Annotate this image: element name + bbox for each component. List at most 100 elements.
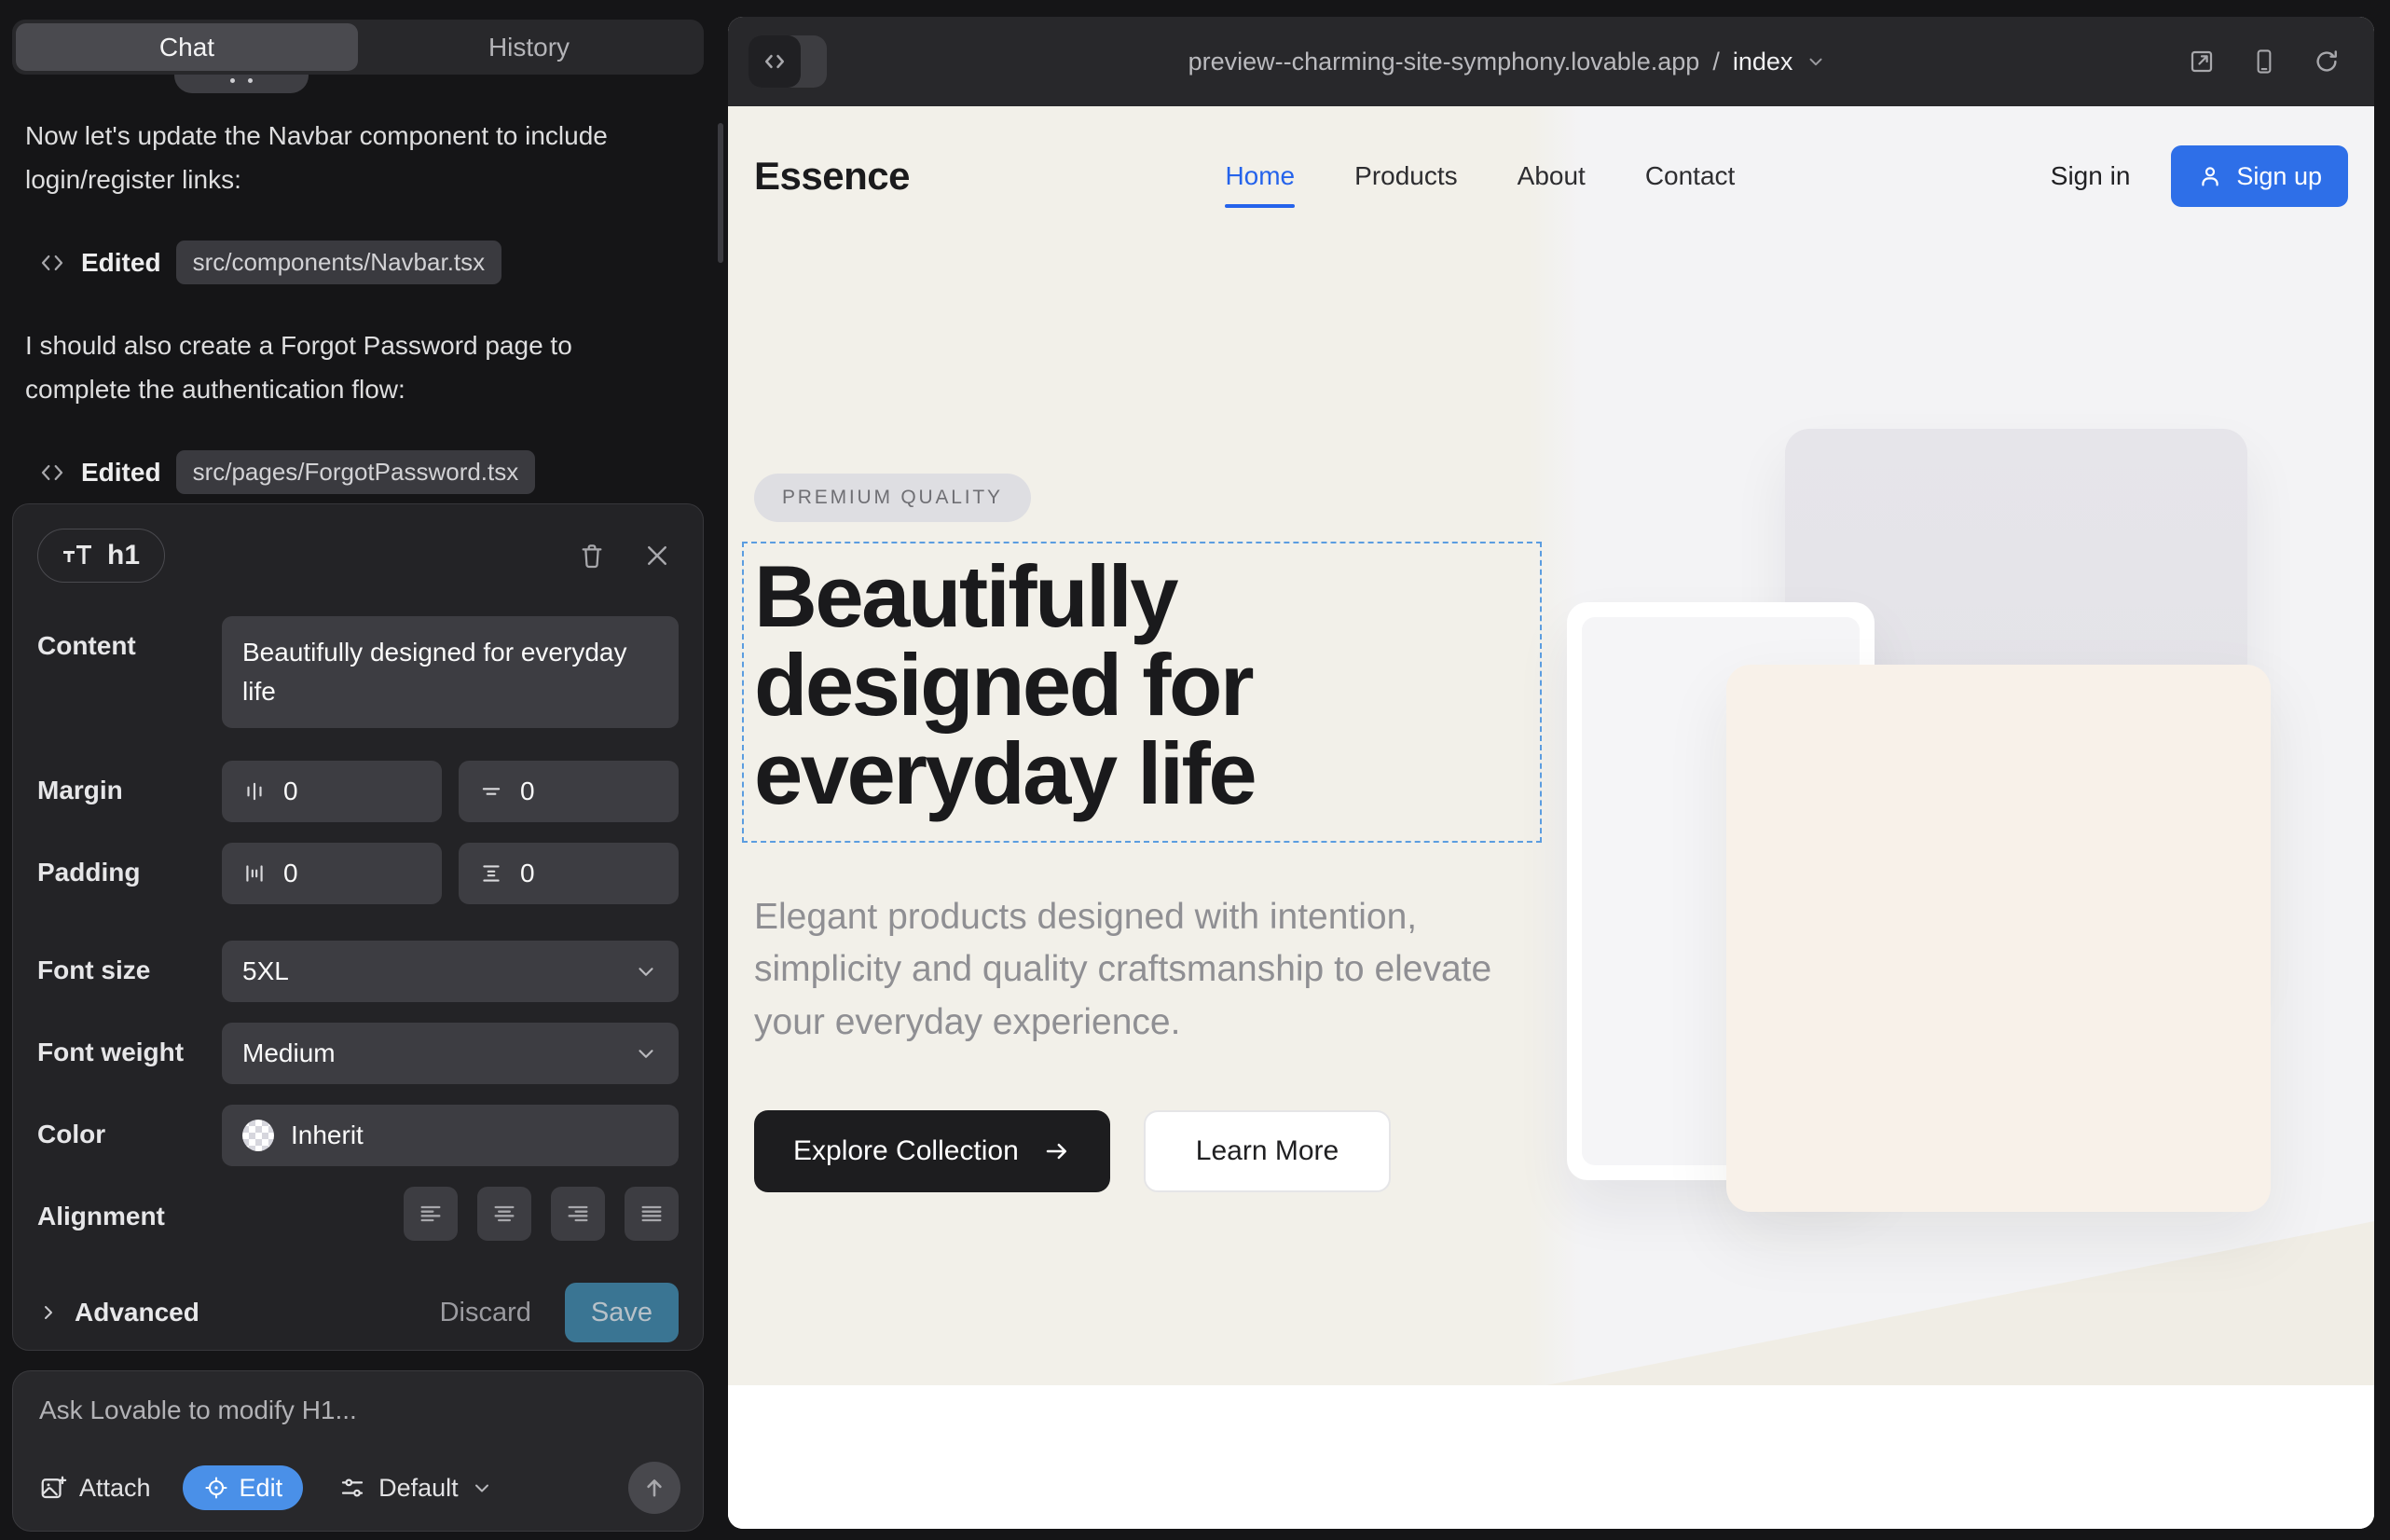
margin-x-icon (242, 779, 267, 804)
preview-topbar: preview--charming-site-symphony.lovable.… (728, 17, 2374, 106)
preview-pane: preview--charming-site-symphony.lovable.… (728, 17, 2374, 1529)
code-preview-toggle[interactable] (749, 35, 827, 88)
close-icon (643, 542, 671, 570)
color-select[interactable]: Inherit (222, 1105, 679, 1166)
chat-scrollbar[interactable] (718, 123, 723, 263)
send-button[interactable] (628, 1462, 680, 1514)
sign-up-button[interactable]: Sign up (2171, 145, 2348, 207)
attach-button[interactable]: Attach (39, 1474, 151, 1503)
sign-in-link[interactable]: Sign in (2051, 161, 2131, 191)
font-weight-select[interactable]: Medium (222, 1023, 679, 1084)
align-left-button[interactable] (404, 1187, 458, 1241)
file-badge[interactable]: src/components/Navbar.tsx (176, 241, 502, 284)
chat-input-field[interactable] (39, 1396, 677, 1442)
code-toggle-knob (749, 35, 801, 88)
trash-icon (577, 541, 607, 571)
preview-url[interactable]: preview--charming-site-symphony.lovable.… (827, 48, 2188, 76)
nav-link-contact[interactable]: Contact (1645, 144, 1736, 208)
app: Chat History Now let's update the Navbar… (0, 0, 2390, 1540)
save-button[interactable]: Save (565, 1283, 679, 1342)
tab-chat[interactable]: Chat (16, 23, 358, 71)
font-weight-row: Font weight Medium (37, 1023, 679, 1084)
chevron-down-icon (471, 1477, 493, 1499)
mobile-view-icon[interactable] (2251, 48, 2277, 76)
chevron-right-icon (37, 1301, 60, 1324)
nav-links: Home Products About Contact (1225, 144, 1735, 208)
sign-up-label: Sign up (2236, 162, 2322, 191)
edit-mode-button[interactable]: Edit (183, 1465, 304, 1510)
sliders-icon (338, 1474, 366, 1502)
selected-element-outline[interactable]: Beautifully designed for everyday life (742, 542, 1542, 843)
margin-row: Margin 0 0 (37, 761, 679, 822)
chevron-down-icon (1806, 51, 1826, 72)
edit-target-icon (203, 1475, 229, 1501)
advanced-toggle[interactable]: Advanced (37, 1298, 199, 1327)
refresh-icon[interactable] (2313, 48, 2341, 76)
nav-link-home[interactable]: Home (1225, 144, 1295, 208)
chat-message: Now let's update the Navbar component to… (25, 114, 678, 201)
code-icon (762, 48, 788, 75)
dots-icon (230, 78, 253, 93)
discard-button[interactable]: Discard (440, 1298, 531, 1328)
model-default-selector[interactable]: Default (338, 1474, 493, 1503)
font-size-row: Font size 5XL (37, 941, 679, 1002)
color-value: Inherit (291, 1121, 364, 1150)
align-right-button[interactable] (551, 1187, 605, 1241)
edited-file-row[interactable]: Edited src/pages/ForgotPassword.tsx (38, 450, 696, 494)
align-justify-icon (639, 1201, 665, 1227)
learn-more-button[interactable]: Learn More (1144, 1110, 1391, 1192)
content-row: Content Beautifully designed for everyda… (37, 616, 679, 728)
hero-heading[interactable]: Beautifully designed for everyday life (754, 553, 1425, 818)
preview-actions (2188, 48, 2341, 76)
quality-badge: PREMIUM QUALITY (754, 474, 1031, 522)
chat-message: I should also create a Forgot Password p… (25, 323, 678, 411)
type-icon (62, 542, 94, 570)
padding-y-value: 0 (520, 859, 535, 888)
hero-cta-row: Explore Collection Learn More (754, 1110, 1593, 1192)
file-badge[interactable]: src/pages/ForgotPassword.tsx (176, 450, 536, 494)
margin-y-input[interactable]: 0 (459, 761, 679, 822)
edited-label: Edited (81, 458, 161, 488)
padding-x-icon (242, 861, 267, 886)
hero-image-placeholder-cream (1726, 665, 2271, 1212)
font-size-label: Font size (37, 941, 222, 985)
site-logo[interactable]: Essence (754, 154, 910, 199)
site-canvas: Essence Home Products About Contact Sign… (728, 106, 2374, 1529)
element-editor-panel: h1 Content Beautifully designed fo (12, 503, 704, 1351)
padding-label: Padding (37, 843, 222, 887)
edited-label: Edited (81, 248, 161, 278)
align-justify-button[interactable] (625, 1187, 679, 1241)
selected-element-pill[interactable]: h1 (37, 529, 165, 583)
padding-row: Padding 0 0 (37, 843, 679, 904)
font-weight-value: Medium (242, 1038, 336, 1068)
margin-x-input[interactable]: 0 (222, 761, 442, 822)
color-row: Color Inherit (37, 1105, 679, 1166)
open-external-icon[interactable] (2188, 48, 2216, 76)
content-input[interactable]: Beautifully designed for everyday life (222, 616, 679, 728)
font-weight-label: Font weight (37, 1023, 222, 1067)
padding-y-input[interactable]: 0 (459, 843, 679, 904)
nav-link-about[interactable]: About (1518, 144, 1586, 208)
default-label: Default (378, 1474, 459, 1503)
hero-copy: PREMIUM QUALITY Beautifully designed for… (754, 474, 1593, 1192)
delete-element-button[interactable] (570, 534, 613, 577)
alignment-row: Alignment (37, 1187, 679, 1241)
edited-file-row[interactable]: Edited src/components/Navbar.tsx (38, 241, 696, 284)
arrow-right-icon (1043, 1137, 1071, 1165)
close-editor-button[interactable] (636, 534, 679, 577)
margin-label: Margin (37, 761, 222, 805)
nav-link-products[interactable]: Products (1354, 144, 1458, 208)
user-icon (2197, 163, 2223, 189)
align-center-button[interactable] (477, 1187, 531, 1241)
content-label: Content (37, 616, 222, 661)
url-page: index (1733, 48, 1793, 76)
margin-y-icon (479, 779, 503, 804)
font-size-select[interactable]: 5XL (222, 941, 679, 1002)
tab-history[interactable]: History (358, 23, 700, 71)
alignment-label: Alignment (37, 1187, 222, 1231)
explore-collection-button[interactable]: Explore Collection (754, 1110, 1110, 1192)
advanced-label: Advanced (75, 1298, 199, 1327)
padding-x-input[interactable]: 0 (222, 843, 442, 904)
padding-x-value: 0 (283, 859, 298, 888)
sidebar: Chat History Now let's update the Navbar… (0, 0, 726, 1540)
